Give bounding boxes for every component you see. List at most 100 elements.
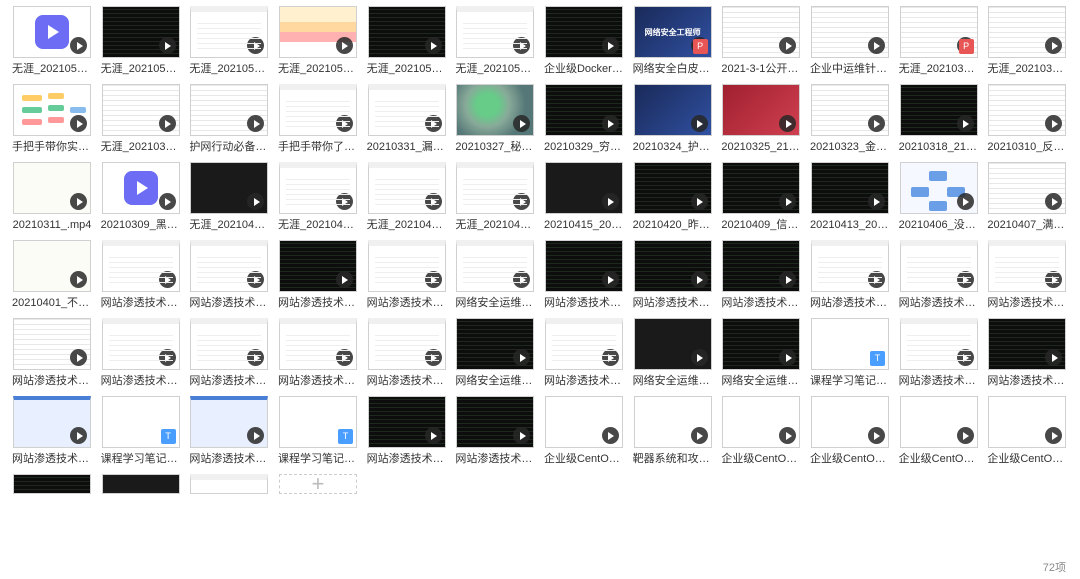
file-item[interactable]: 20210420_昨晚... [631,162,715,232]
file-item[interactable]: 无涯_20210521_... [99,6,183,76]
file-item[interactable]: 20210406_没注... [897,162,981,232]
file-item[interactable]: 网站渗透技术-02... [187,396,271,466]
file-item[interactable]: 20210327_秘钥... [453,84,537,154]
file-item[interactable]: 网站渗透技术-03... [10,318,94,388]
file-item[interactable]: T课程学习笔记-02... [99,396,183,466]
file-item[interactable]: 网站渗透技术-03... [985,240,1069,310]
file-item[interactable]: 网络安全工程师P网络安全白皮书V... [631,6,715,76]
play-icon [425,115,442,132]
file-item[interactable]: 20210415_2003... [542,162,626,232]
file-item[interactable]: 20210310_反黑... [985,84,1069,154]
file-item[interactable]: 2021-3-1公开课... [719,6,803,76]
file-thumbnail [279,240,357,292]
file-item[interactable]: 企业级CentOS系... [719,396,803,466]
file-item[interactable]: 网站渗透技术-08... [187,318,271,388]
file-item[interactable]: 无涯_20210528_... [365,6,449,76]
play-icon [779,193,796,210]
file-item[interactable]: 无涯_20210520_... [10,6,94,76]
file-item[interactable]: 网站渗透技术-03... [99,240,183,310]
play-icon [513,349,530,366]
file-item[interactable]: 网站渗透技术-06... [365,318,449,388]
file-item[interactable]: 网络安全运维班... [631,318,715,388]
file-item[interactable]: 20210318_21世... [897,84,981,154]
file-item[interactable]: 网站渗透技术-04... [542,240,626,310]
file-name: 网站渗透技术-02... [189,452,269,466]
file-item[interactable]: 网站渗透技术-02... [719,240,803,310]
file-item[interactable]: 网站渗透技术-01... [365,396,449,466]
file-item[interactable]: 无涯_20210527_... [276,6,360,76]
file-item[interactable]: 20210401_不会... [10,240,94,310]
file-item[interactable]: 网站渗透技术-04... [985,318,1069,388]
file-name: 网站渗透技术-03... [12,452,92,466]
file-item[interactable]: 20210407_满足... [985,162,1069,232]
file-item[interactable] [99,474,183,494]
file-item[interactable]: 网站渗透技术-01... [897,318,981,388]
file-item[interactable]: 网络安全运维班... [453,318,537,388]
file-item[interactable]: 无涯_20210529_... [453,6,537,76]
file-item[interactable]: 网络安全运维班... [453,240,537,310]
file-item[interactable]: 靶器系统和攻防... [631,396,715,466]
file-item[interactable]: 网站渗透技术-01... [276,240,360,310]
file-item[interactable]: 企业级CentOS系... [897,396,981,466]
file-item[interactable]: 手把手带你了解... [276,84,360,154]
file-item[interactable]: 企业级CentOS系... [542,396,626,466]
file-item[interactable]: 企业中运维针对... [808,6,892,76]
file-item[interactable] [10,474,94,494]
file-item[interactable]: 20210329_穷举... [542,84,626,154]
file-item[interactable]: P无涯_20210328_... [897,6,981,76]
file-item[interactable]: 网站渗透技术-09... [276,318,360,388]
file-item[interactable]: 无涯_20210423_... [276,162,360,232]
file-item[interactable]: 网站渗透技术-07... [897,240,981,310]
file-name: 企业中运维针对... [810,62,890,76]
file-item[interactable]: 网站渗透技术-03... [10,396,94,466]
file-item[interactable]: 网站渗透技术-10... [99,318,183,388]
file-item[interactable]: 企业级Docker容... [542,6,626,76]
file-item[interactable]: 网络安全运维班... [719,318,803,388]
play-icon [602,271,619,288]
file-item[interactable]: 企业级CentOS系... [808,396,892,466]
file-item[interactable]: 网站渗透技术-02... [631,240,715,310]
file-item[interactable]: T课程学习笔记-01... [276,396,360,466]
file-item[interactable]: 20210324_护网... [631,84,715,154]
file-name: 无涯_20210528_... [367,62,447,76]
file-thumbnail [456,84,534,136]
file-item[interactable]: 无涯_20210330_... [985,6,1069,76]
file-thumbnail [368,240,446,292]
file-item[interactable] [187,474,271,494]
file-item[interactable]: 20210413_2005... [808,162,892,232]
file-thumbnail [190,240,268,292]
play-icon [425,37,442,54]
play-icon [70,427,87,444]
play-icon [247,115,264,132]
file-item[interactable]: 网站渗透技术-05... [187,240,271,310]
file-name: 网站渗透技术-03... [12,374,92,388]
file-item[interactable]: 网站渗透技术-07... [808,240,892,310]
file-item[interactable]: 无涯_20210424_... [187,162,271,232]
file-item[interactable]: 手把手带你实现... [10,84,94,154]
file-name: 20210401_不会... [12,296,92,310]
file-grid: 无涯_20210520_...无涯_20210521_...无涯_2021052… [0,0,1080,500]
file-item[interactable]: 网站渗透技术-02... [453,396,537,466]
file-name: 20210406_没注... [899,218,979,232]
file-item[interactable]: 无涯_20210522_... [187,6,271,76]
file-item[interactable]: 20210331_漏洞... [365,84,449,154]
file-item[interactable]: 无涯_20210423_... [365,162,449,232]
file-item[interactable]: 20210325_21世... [719,84,803,154]
file-item[interactable]: 20210409_信不... [719,162,803,232]
file-item[interactable]: 20210311_.mp4 [10,162,94,232]
file-item[interactable]: 无涯_20210402_... [453,162,537,232]
file-item[interactable]: 护网行动必备技... [187,84,271,154]
file-thumbnail [368,84,446,136]
file-item[interactable]: 20210309_黑客... [99,162,183,232]
file-item[interactable]: 20210323_金三... [808,84,892,154]
file-item[interactable]: 网站渗透技术-05... [542,318,626,388]
file-item[interactable]: T课程学习笔记.txt [808,318,892,388]
file-name: 网站渗透技术-01... [899,374,979,388]
file-item[interactable]: 网站渗透技术-06... [365,240,449,310]
file-thumbnail [900,318,978,370]
file-item[interactable]: 无涯_20210326_... [99,84,183,154]
file-thumbnail [634,240,712,292]
file-name: 网站渗透技术-01... [278,296,358,310]
file-item[interactable]: 企业级CentOS系... [985,396,1069,466]
add-item[interactable]: + [276,474,360,494]
